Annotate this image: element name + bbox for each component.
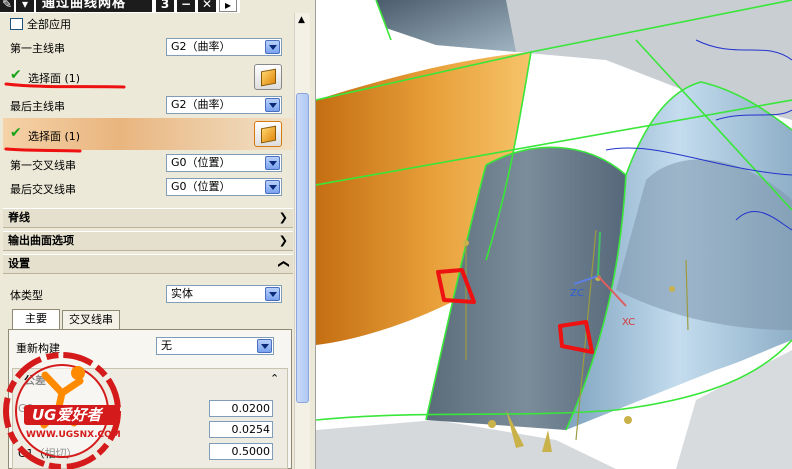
rebuild-select[interactable]: 无	[156, 337, 274, 355]
primary-first-continuity-value: G2（曲率）	[171, 40, 231, 53]
watermark-url: WWW.UGSNX.COM	[26, 430, 121, 440]
section-spine[interactable]: 脊线 ❯	[3, 208, 293, 228]
surface-model	[316, 0, 792, 469]
dialog-panel: ✎ ▾ 通过曲线网格 3 − ✕ ▸ 全部应用 第一主线串 G2（曲率） ✔ 选…	[0, 0, 316, 469]
primary-first-continuity-select[interactable]: G2（曲率）	[166, 38, 282, 56]
chevron-down-icon	[265, 40, 280, 54]
chevron-down-icon	[265, 180, 280, 194]
body-type-select[interactable]: 实体	[166, 285, 282, 303]
section-output-options[interactable]: 输出曲面选项 ❯	[3, 231, 293, 251]
select-face-button[interactable]	[254, 64, 282, 90]
chevron-up-icon: ❯	[276, 259, 290, 269]
tol-g1-input[interactable]: 0.0254	[209, 421, 273, 438]
tol-g2-input[interactable]: 0.5000	[209, 443, 273, 460]
dialog-number-button[interactable]: 3	[156, 0, 174, 12]
chevron-down-icon	[265, 156, 280, 170]
chevron-down-icon	[265, 287, 280, 301]
apply-all-checkbox[interactable]	[10, 18, 23, 30]
watermark-brand: UG爱好者	[32, 406, 102, 424]
primary-last-label: 最后主线串	[10, 100, 65, 113]
dialog-scrollbar[interactable]: ▲	[294, 13, 310, 469]
section-spine-label: 脊线	[8, 211, 30, 224]
cross-last-continuity-value: G0（位置）	[171, 180, 231, 193]
rebuild-value: 无	[161, 339, 172, 352]
body-type-label: 体类型	[10, 289, 43, 302]
primary-last-continuity-select[interactable]: G2（曲率）	[166, 96, 282, 114]
primary-first-label: 第一主线串	[10, 42, 65, 55]
axis-zc-label: ZC	[570, 288, 584, 299]
primary-last-continuity-value: G2（曲率）	[171, 98, 231, 111]
primary-last-select-face[interactable]: 选择面 (1)	[28, 128, 80, 144]
dialog-minimize-button[interactable]: −	[177, 0, 195, 12]
chevron-down-icon	[257, 339, 272, 353]
chevron-up-icon[interactable]: ⌃	[270, 372, 279, 385]
checkmark-icon: ✔	[10, 67, 22, 83]
axis-xc-label: XC	[622, 317, 636, 328]
section-output-label: 输出曲面选项	[8, 234, 74, 247]
tab-main[interactable]: 主要	[12, 309, 60, 330]
dialog-close-button[interactable]: ✕	[198, 0, 216, 12]
cross-last-continuity-select[interactable]: G0（位置）	[166, 178, 282, 196]
dialog-titlebar: ✎ ▾ 通过曲线网格 3 − ✕ ▸	[0, 0, 240, 13]
apply-all-label: 全部应用	[27, 18, 71, 31]
dialog-menu-icon[interactable]: ▾	[16, 0, 34, 12]
chevron-down-icon: ❯	[278, 234, 288, 247]
dialog-icon: ✎	[0, 0, 14, 12]
face-cube-icon	[261, 125, 276, 144]
section-settings[interactable]: 设置 ❯	[3, 254, 293, 274]
tol-g0-input[interactable]: 0.0200	[209, 400, 273, 417]
scroll-thumb[interactable]	[296, 93, 309, 403]
chevron-down-icon: ❯	[278, 211, 288, 224]
checkmark-icon: ✔	[10, 125, 22, 141]
dialog-more-button[interactable]: ▸	[219, 0, 237, 12]
scroll-up-icon[interactable]: ▲	[298, 15, 305, 25]
cross-last-label: 最后交叉线串	[10, 183, 76, 196]
cross-first-label: 第一交叉线串	[10, 159, 76, 172]
primary-first-select-face[interactable]: 选择面 (1)	[28, 70, 80, 86]
chevron-down-icon	[265, 98, 280, 112]
select-face-button-active[interactable]	[254, 121, 282, 147]
cross-first-continuity-select[interactable]: G0（位置）	[166, 154, 282, 172]
face-cube-icon	[261, 68, 276, 87]
section-settings-label: 设置	[8, 257, 30, 270]
cross-first-continuity-value: G0（位置）	[171, 156, 231, 169]
body-type-value: 实体	[171, 287, 193, 300]
tab-cross-strings[interactable]: 交叉线串	[62, 310, 120, 330]
dialog-title: 通过曲线网格	[36, 0, 152, 12]
graphics-viewport[interactable]: ZC XC	[316, 0, 792, 469]
